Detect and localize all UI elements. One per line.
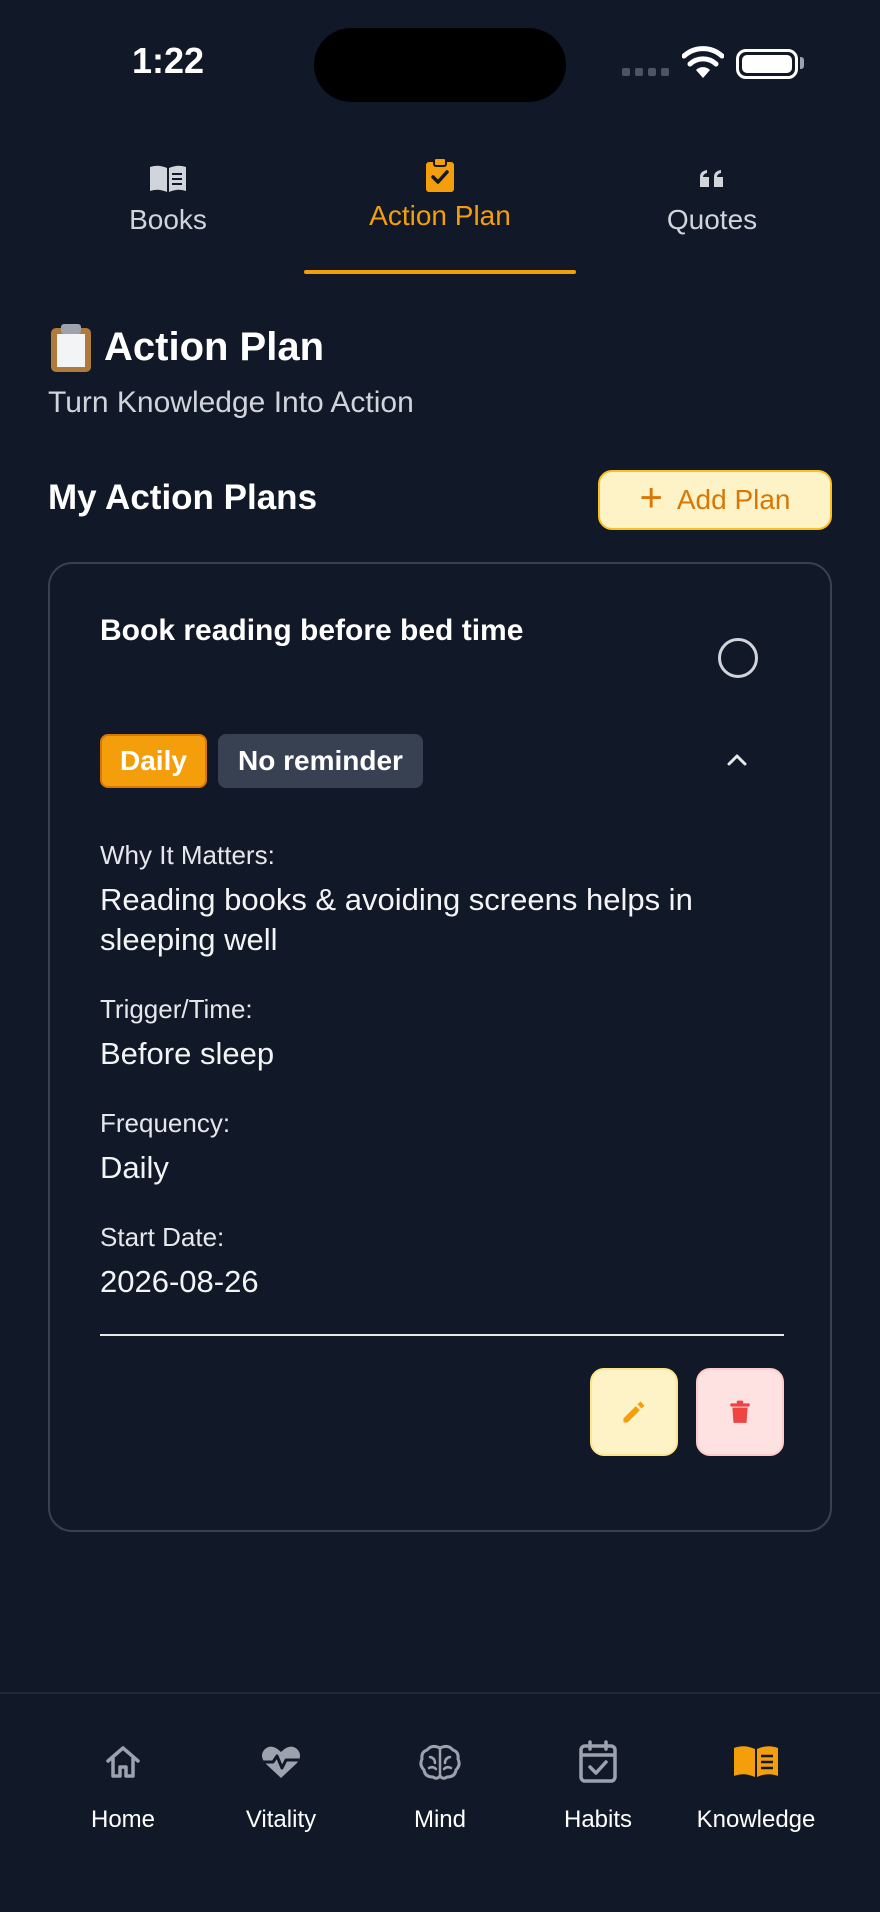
frequency-badge: Daily <box>100 734 207 788</box>
nav-home[interactable]: Home <box>43 1740 203 1834</box>
calendar-check-icon <box>579 1740 617 1783</box>
nav-knowledge-label: Knowledge <box>696 1806 816 1833</box>
chevron-up-icon[interactable] <box>724 750 750 770</box>
app-screen: 1:22 Books Action Plan Quotes Action Pla… <box>0 0 880 1912</box>
complete-toggle[interactable] <box>718 638 758 678</box>
tab-quotes[interactable]: Quotes <box>576 150 848 274</box>
tab-books[interactable]: Books <box>32 150 304 274</box>
bottom-nav: Home Vitality Mind Habits Knowledge <box>0 1692 880 1912</box>
tab-action-plan[interactable]: Action Plan <box>304 150 576 274</box>
page-title: Action Plan <box>48 322 324 372</box>
status-time: 1:22 <box>131 40 205 81</box>
book-open-icon <box>150 165 186 192</box>
divider <box>100 1334 784 1336</box>
cellular-signal-icon <box>622 68 669 76</box>
plan-title: Book reading before bed time <box>100 614 524 647</box>
pencil-icon <box>623 1401 645 1423</box>
clipboard-emoji-icon <box>48 322 94 372</box>
frequency-value: Daily <box>100 1150 169 1185</box>
page-title-text: Action Plan <box>104 324 325 369</box>
nav-mind[interactable]: Mind <box>360 1740 520 1834</box>
tab-quotes-label: Quotes <box>666 204 758 235</box>
nav-home-label: Home <box>90 1806 156 1833</box>
reminder-badge: No reminder <box>218 734 423 788</box>
frequency-label: Frequency: <box>100 1108 231 1138</box>
section-title: My Action Plans <box>48 478 318 517</box>
plus-icon: + <box>639 476 663 520</box>
tab-action-plan-label: Action Plan <box>369 200 511 231</box>
battery-cap <box>800 57 804 69</box>
page-subtitle: Turn Knowledge Into Action <box>48 386 414 419</box>
add-plan-button[interactable]: + Add Plan <box>598 470 832 530</box>
edit-button[interactable] <box>590 1368 678 1456</box>
trash-icon <box>730 1400 750 1423</box>
delete-button[interactable] <box>696 1368 784 1456</box>
battery-icon <box>736 49 798 79</box>
nav-habits-label: Habits <box>563 1806 633 1833</box>
clipboard-check-icon <box>426 158 454 192</box>
nav-mind-label: Mind <box>413 1806 467 1833</box>
nav-habits[interactable]: Habits <box>518 1740 678 1834</box>
dynamic-island <box>314 28 566 102</box>
heart-pulse-icon <box>262 1746 300 1778</box>
nav-vitality[interactable]: Vitality <box>201 1740 361 1834</box>
quote-icon <box>700 170 723 187</box>
start-date-value: 2026-08-26 <box>100 1264 259 1299</box>
why-label: Why It Matters: <box>100 840 275 870</box>
start-date-label: Start Date: <box>100 1222 225 1252</box>
tab-books-label: Books <box>129 204 207 235</box>
trigger-label: Trigger/Time: <box>100 994 253 1024</box>
brain-icon <box>419 1744 461 1780</box>
action-plan-card[interactable]: Book reading before bed time Daily No re… <box>48 562 832 1532</box>
add-plan-label: Add Plan <box>676 484 791 515</box>
trigger-value: Before sleep <box>100 1036 275 1071</box>
nav-vitality-label: Vitality <box>245 1806 317 1833</box>
nav-knowledge[interactable]: Knowledge <box>676 1740 836 1834</box>
wifi-icon <box>682 46 724 78</box>
book-open-icon <box>734 1746 778 1777</box>
home-icon <box>106 1746 140 1778</box>
why-value: Reading books & avoiding screens helps i… <box>100 882 693 957</box>
